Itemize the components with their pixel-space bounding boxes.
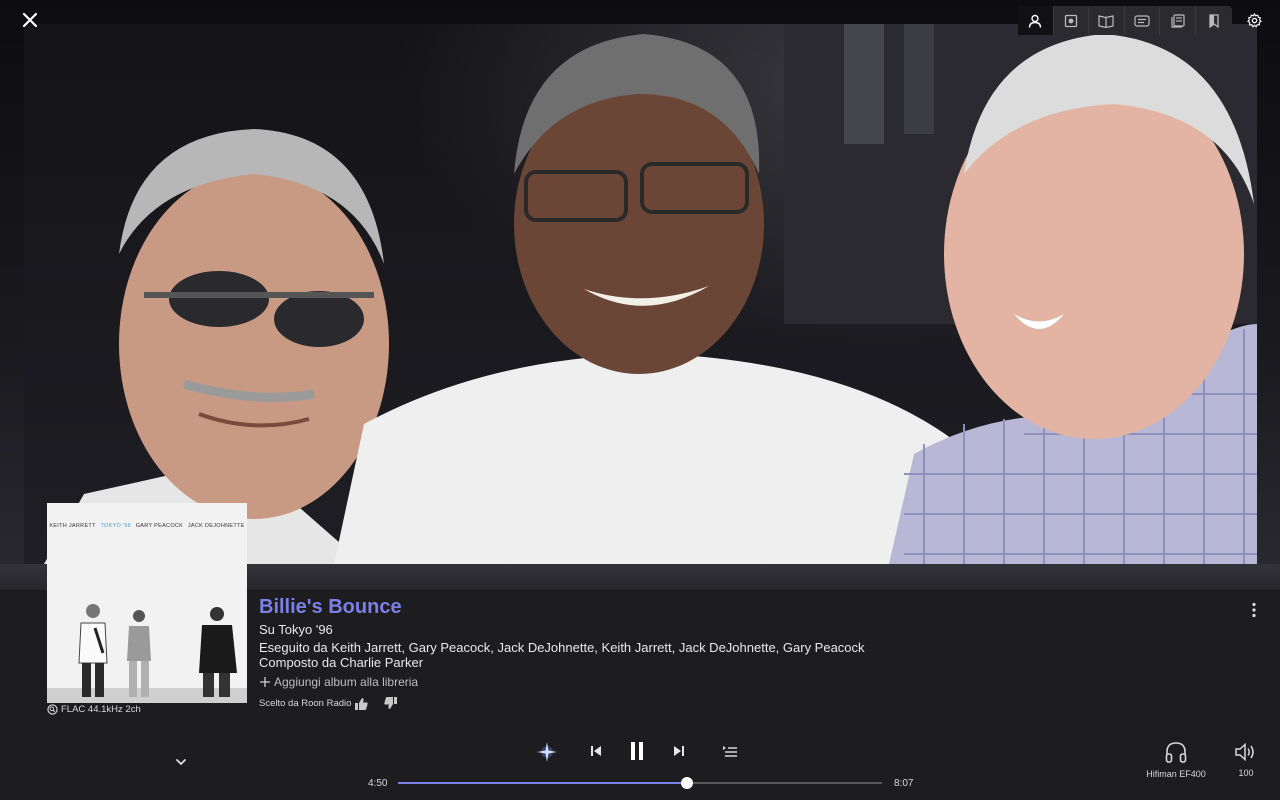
zone-name: Hifiman EF400 bbox=[1146, 769, 1206, 779]
credits-icon bbox=[1171, 13, 1185, 28]
composer-line: Composto da Charlie Parker bbox=[259, 655, 423, 670]
thumbs-down-icon bbox=[384, 697, 397, 709]
plus-icon bbox=[260, 677, 270, 687]
seek-bar-handle[interactable] bbox=[680, 777, 693, 789]
album-cover[interactable]: KEITH JARRETT TOKYO '96 GARY PEACOCK JAC… bbox=[47, 503, 247, 703]
artist-view-button[interactable] bbox=[1018, 6, 1054, 35]
artist-photo bbox=[24, 24, 1257, 564]
headphones-icon bbox=[1165, 742, 1187, 763]
album-view-button[interactable] bbox=[1054, 6, 1090, 35]
volume-icon bbox=[1235, 742, 1254, 762]
signal-path-info[interactable]: FLAC 44.1kHz 2ch bbox=[47, 704, 141, 715]
zone-picker-button[interactable]: Hifiman EF400 bbox=[1140, 740, 1212, 786]
more-vertical-icon bbox=[1252, 602, 1256, 618]
add-album-label: Aggiungi album alla libreria bbox=[274, 675, 419, 689]
dislike-button[interactable] bbox=[384, 696, 400, 710]
person-icon bbox=[1029, 14, 1042, 28]
queue-icon bbox=[723, 746, 737, 757]
bookmark-view-button[interactable] bbox=[1196, 6, 1232, 35]
add-album-button[interactable]: Aggiungi album alla libreria bbox=[259, 675, 418, 689]
close-button[interactable] bbox=[18, 8, 42, 32]
track-title[interactable]: Billie's Bounce bbox=[259, 596, 402, 619]
elapsed-time: 4:50 bbox=[368, 778, 388, 789]
notes-view-button[interactable] bbox=[1089, 6, 1125, 35]
queue-button[interactable] bbox=[720, 742, 740, 760]
bookmark-icon bbox=[1209, 13, 1219, 28]
composer-prefix: Composto da bbox=[259, 655, 337, 670]
lyrics-icon bbox=[1134, 14, 1150, 27]
skip-previous-icon bbox=[591, 746, 601, 756]
magnifier-icon bbox=[47, 704, 58, 715]
chevron-down-icon bbox=[176, 759, 186, 766]
more-options-button[interactable] bbox=[1244, 599, 1264, 621]
performers-line: Eseguito da Keith Jarrett, Gary Peacock,… bbox=[259, 640, 865, 655]
next-track-button[interactable] bbox=[669, 742, 689, 760]
speaker-icon bbox=[1064, 14, 1078, 27]
radio-pick-label: Scelto da Roon Radio bbox=[259, 698, 352, 709]
gear-icon bbox=[1246, 12, 1262, 28]
album-line[interactable]: Su Tokyo '96 bbox=[259, 622, 333, 637]
seek-bar-fill bbox=[398, 782, 687, 784]
thumbs-up-icon bbox=[355, 698, 368, 710]
format-label: FLAC 44.1kHz 2ch bbox=[61, 704, 141, 715]
lyrics-view-button[interactable] bbox=[1125, 6, 1161, 35]
volume-level: 100 bbox=[1238, 768, 1254, 778]
pause-icon bbox=[631, 742, 643, 760]
performers-prefix: Eseguito da bbox=[259, 640, 328, 655]
pause-button[interactable] bbox=[626, 740, 648, 762]
volume-button[interactable]: 100 bbox=[1228, 742, 1264, 786]
previous-track-button[interactable] bbox=[586, 742, 606, 760]
collapse-button[interactable] bbox=[174, 754, 190, 768]
album-name[interactable]: Su Tokyo '96 bbox=[259, 622, 333, 637]
settings-button[interactable] bbox=[1242, 8, 1266, 32]
seek-bar[interactable] bbox=[398, 777, 882, 789]
album-notes-icon bbox=[1098, 14, 1115, 28]
skip-next-icon bbox=[674, 746, 684, 756]
close-icon bbox=[22, 12, 38, 28]
radio-sparkle-icon bbox=[537, 742, 557, 762]
like-button[interactable] bbox=[354, 697, 370, 711]
view-toolbar bbox=[1018, 6, 1232, 35]
composer-name[interactable]: Charlie Parker bbox=[340, 655, 423, 670]
total-time: 8:07 bbox=[894, 778, 914, 789]
credits-view-button[interactable] bbox=[1160, 6, 1196, 35]
roon-radio-button[interactable] bbox=[535, 740, 559, 764]
performers-names[interactable]: Keith Jarrett, Gary Peacock, Jack DeJohn… bbox=[331, 640, 864, 655]
